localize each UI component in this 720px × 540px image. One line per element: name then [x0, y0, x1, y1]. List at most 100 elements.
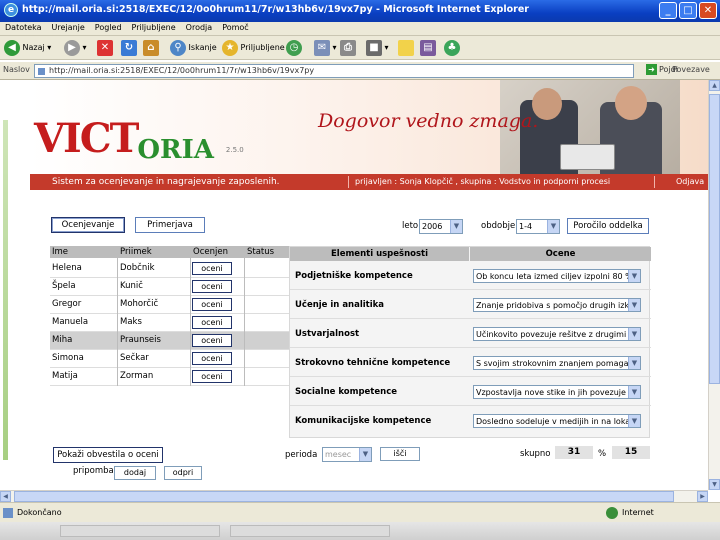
stop-icon: ✕: [97, 39, 113, 56]
rate-button[interactable]: oceni: [192, 298, 232, 311]
table-row[interactable]: Matija Zorman oceni: [50, 368, 290, 386]
window-title: http://mail.oria.si:2518/EXEC/12/0o0hrum…: [22, 4, 529, 15]
rate-button[interactable]: oceni: [192, 280, 232, 293]
period-select[interactable]: 1-4 ▼: [516, 219, 560, 234]
table-row-selected[interactable]: Miha Praunseis oceni: [50, 332, 290, 350]
score-label: skupno: [520, 449, 551, 459]
chevron-down-icon: ▼: [628, 328, 640, 340]
messenger-icon: ♣: [444, 39, 460, 56]
ie-icon: e: [4, 3, 18, 17]
rate-button[interactable]: oceni: [192, 352, 232, 365]
tab-primerjava[interactable]: Primerjava: [135, 217, 205, 233]
percent-value: 15: [612, 446, 650, 459]
rating-select[interactable]: Vzpostavlja nove stike in jih povezuje ▼: [473, 385, 641, 399]
taskbar-item[interactable]: [230, 525, 390, 537]
scroll-down-icon[interactable]: ▼: [709, 479, 720, 490]
rate-button[interactable]: oceni: [192, 262, 232, 275]
stop-button[interactable]: ✕: [97, 39, 113, 57]
criteria-row: Podjetniške kompetence Ob koncu leta izme…: [290, 261, 651, 290]
favorites-button[interactable]: ★ Priljubljene: [222, 39, 285, 57]
separator: [654, 176, 655, 188]
left-decor-stripe: [3, 120, 8, 460]
criteria-row: Strokovno tehnične kompetence S svojim st…: [290, 348, 651, 377]
show-notices-button[interactable]: Pokaži obvestila o oceni: [53, 447, 163, 463]
scroll-up-icon[interactable]: ▲: [709, 80, 720, 91]
vertical-scrollbar[interactable]: ▲ ▼: [708, 80, 720, 490]
table-row[interactable]: Helena Dobčnik oceni: [50, 260, 290, 278]
search-button[interactable]: ⚲ Iskanje: [170, 39, 217, 57]
rate-button[interactable]: oceni: [192, 334, 232, 347]
scroll-thumb[interactable]: [14, 491, 674, 502]
rate-button[interactable]: oceni: [192, 316, 232, 329]
year-select[interactable]: 2006 ▼: [419, 219, 463, 234]
user-info: prijavljen : Sonja Klopčič , skupina : V…: [355, 177, 611, 186]
scroll-left-icon[interactable]: ◀: [0, 491, 11, 502]
menu-view[interactable]: Pogled: [90, 22, 127, 32]
menu-edit[interactable]: Urejanje: [47, 22, 90, 32]
report-button[interactable]: Poročilo oddelka: [567, 218, 649, 234]
chevron-down-icon: ▼: [628, 299, 640, 311]
back-button[interactable]: ◀ Nazaj ▾: [4, 39, 51, 57]
rating-select[interactable]: Učinkovito povezuje rešitve z drugimi ▼: [473, 327, 641, 341]
open-button[interactable]: odpri: [164, 466, 202, 480]
horizontal-scrollbar[interactable]: ◀ ▶: [0, 490, 708, 502]
table-row[interactable]: Špela Kunič oceni: [50, 278, 290, 296]
edit-button[interactable]: ■ ▾: [366, 39, 389, 57]
percent-label: %: [598, 449, 607, 459]
app-subtitle: Sistem za ocenjevanje in nagrajevanje za…: [52, 177, 280, 187]
chevron-down-icon: ▼: [359, 448, 371, 461]
remark-label: pripomba: [73, 466, 114, 476]
tab-ocenjevanje[interactable]: Ocenjevanje: [51, 217, 125, 233]
forward-button[interactable]: ▶ ▾: [64, 39, 87, 57]
research-button[interactable]: ▤: [420, 39, 436, 57]
menu-help[interactable]: Pomoč: [217, 22, 254, 32]
refresh-icon: ↻: [121, 39, 137, 56]
add-button[interactable]: dodaj: [114, 466, 156, 480]
photo-laptop: [560, 144, 615, 170]
address-input[interactable]: http://mail.oria.si:2518/EXEC/12/0o0hrum…: [34, 64, 634, 78]
menu-file[interactable]: Datoteka: [0, 22, 47, 32]
rating-select[interactable]: S svojim strokovnim znanjem pomaga ▼: [473, 356, 641, 370]
left-margin: [0, 80, 10, 490]
table-row[interactable]: Simona Sečkar oceni: [50, 350, 290, 368]
scroll-right-icon[interactable]: ▶: [697, 491, 708, 502]
rating-select[interactable]: Dosledno sodeluje v medijih in na lokaci…: [473, 414, 641, 428]
criteria-row: Socialne kompetence Vzpostavlja nove stik…: [290, 377, 651, 406]
maximize-button[interactable]: □: [679, 2, 697, 19]
table-row[interactable]: Manuela Maks oceni: [50, 314, 290, 332]
rate-button[interactable]: oceni: [192, 370, 232, 383]
separator: [348, 176, 349, 188]
search-button[interactable]: išči: [380, 447, 420, 461]
logout-link[interactable]: Odjava: [676, 177, 704, 186]
messenger-button[interactable]: ♣: [444, 39, 460, 57]
table-row[interactable]: Gregor Mohorčič oceni: [50, 296, 290, 314]
menu-tools[interactable]: Orodja: [181, 22, 218, 32]
page-content: Dogovor vedno zmaga. VICTORIA 2.5.0 Sist…: [0, 80, 708, 490]
chevron-down-icon: ▼: [628, 270, 640, 282]
chevron-down-icon: ▼: [628, 357, 640, 369]
print-icon: ⎙: [340, 39, 356, 56]
logo: VICTORIA 2.5.0: [34, 115, 244, 165]
col-header-ime: Ime: [50, 246, 117, 258]
minimize-button[interactable]: _: [659, 2, 677, 19]
refresh-button[interactable]: ↻: [121, 39, 137, 57]
mail-button[interactable]: ✉ ▾: [314, 39, 337, 57]
scroll-thumb[interactable]: [709, 94, 720, 384]
close-button[interactable]: ✕: [699, 2, 717, 19]
col-header-status: Status: [245, 246, 290, 258]
col-header-priimek: Priimek: [118, 246, 190, 258]
menu-favorites[interactable]: Priljubljene: [127, 22, 181, 32]
discuss-button[interactable]: [398, 39, 414, 57]
address-bar: Naslov http://mail.oria.si:2518/EXEC/12/…: [0, 62, 720, 80]
rating-select[interactable]: Znanje pridobiva s pomočjo drugih izkuše…: [473, 298, 641, 312]
forward-arrow-icon: ▶: [64, 39, 80, 56]
internet-zone-icon: [606, 507, 618, 519]
taskbar-item[interactable]: [60, 525, 220, 537]
score-value: 31: [555, 446, 593, 459]
history-button[interactable]: ◷: [286, 39, 302, 57]
links-label[interactable]: Povezave: [672, 65, 710, 74]
rating-select[interactable]: Ob koncu leta izmed ciljev izpolni 80 % ▼: [473, 269, 641, 283]
print-button[interactable]: ⎙: [340, 39, 356, 57]
period-filter-select[interactable]: mesec ▼: [322, 447, 372, 462]
home-button[interactable]: ⌂: [143, 39, 159, 57]
